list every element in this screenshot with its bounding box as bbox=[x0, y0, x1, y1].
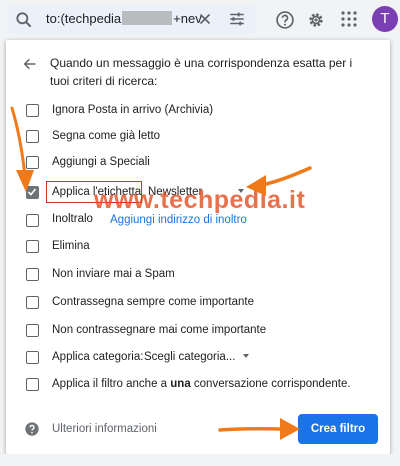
checkbox[interactable] bbox=[26, 378, 39, 391]
option-label: Elimina bbox=[52, 240, 90, 252]
clear-search-icon[interactable] bbox=[196, 10, 214, 28]
checkbox[interactable] bbox=[26, 351, 39, 364]
option-label: Aggiungi a Speciali bbox=[52, 156, 150, 168]
back-arrow-icon[interactable] bbox=[22, 56, 38, 72]
search-options-icon[interactable] bbox=[228, 10, 246, 28]
option-label: Ignora Posta in arrivo (Archivia) bbox=[52, 104, 214, 116]
option-label: Inoltralo bbox=[52, 213, 93, 225]
dropdown-caret-icon bbox=[243, 354, 250, 358]
top-search-bar: to:(techpedia +nev T bbox=[0, 0, 400, 40]
option-row-archive[interactable]: Ignora Posta in arrivo (Archivia) bbox=[6, 98, 390, 124]
checkbox[interactable] bbox=[26, 156, 39, 169]
category-select[interactable]: Scegli categoria... bbox=[144, 351, 250, 363]
apps-grid-icon[interactable] bbox=[341, 11, 357, 27]
help-circle-icon bbox=[25, 422, 39, 436]
avatar[interactable]: T bbox=[372, 6, 398, 32]
option-row-category[interactable]: Applica categoria: Scegli categoria... bbox=[6, 345, 390, 371]
checkbox[interactable] bbox=[26, 268, 39, 281]
search-icon[interactable] bbox=[14, 10, 34, 30]
option-label: Applica categoria: bbox=[52, 351, 144, 363]
option-row-never-spam[interactable]: Non inviare mai a Spam bbox=[6, 262, 390, 288]
checkbox[interactable] bbox=[26, 296, 39, 309]
option-row-delete[interactable]: Elimina bbox=[6, 234, 390, 260]
checkmark-icon bbox=[27, 188, 37, 196]
checkbox[interactable] bbox=[26, 130, 39, 143]
more-info-link[interactable]: Ulteriori informazioni bbox=[52, 423, 157, 435]
dialog-title: Quando un messaggio è una corrispondenza… bbox=[50, 56, 353, 88]
option-label: Non contrassegnare mai come importante bbox=[52, 324, 267, 336]
option-row-star[interactable]: Aggiungi a Speciali bbox=[6, 150, 390, 176]
checkbox-checked[interactable] bbox=[26, 186, 39, 199]
option-row-apply-existing[interactable]: Applica il filtro anche a una conversazi… bbox=[6, 372, 390, 398]
add-forward-address-link[interactable]: Aggiungi indirizzo di inoltro bbox=[110, 214, 247, 226]
option-row-mark-read[interactable]: Segna come già letto bbox=[6, 124, 390, 150]
option-row-never-important[interactable]: Non contrassegnare mai come importante bbox=[6, 318, 390, 344]
watermark: www.techpedia.it bbox=[94, 186, 306, 214]
create-filter-button[interactable]: Crea filtro bbox=[298, 414, 378, 444]
option-label: Non inviare mai a Spam bbox=[52, 268, 175, 280]
checkbox[interactable] bbox=[26, 240, 39, 253]
checkbox[interactable] bbox=[26, 324, 39, 337]
checkbox[interactable] bbox=[26, 104, 39, 117]
redacted-text bbox=[122, 11, 173, 25]
option-row-always-important[interactable]: Contrassegna sempre come importante bbox=[6, 290, 390, 316]
help-icon[interactable] bbox=[275, 10, 295, 30]
option-label: Segna come già letto bbox=[52, 130, 161, 142]
page-background bbox=[0, 454, 400, 466]
option-label: Applica il filtro anche a una conversazi… bbox=[52, 378, 351, 390]
gear-icon[interactable] bbox=[306, 10, 326, 30]
option-label: Contrassegna sempre come importante bbox=[52, 296, 254, 308]
checkbox[interactable] bbox=[26, 214, 39, 227]
filter-dialog: Quando un messaggio è una corrispondenza… bbox=[6, 40, 390, 454]
search-query[interactable]: to:(techpedia +nev bbox=[46, 11, 202, 26]
